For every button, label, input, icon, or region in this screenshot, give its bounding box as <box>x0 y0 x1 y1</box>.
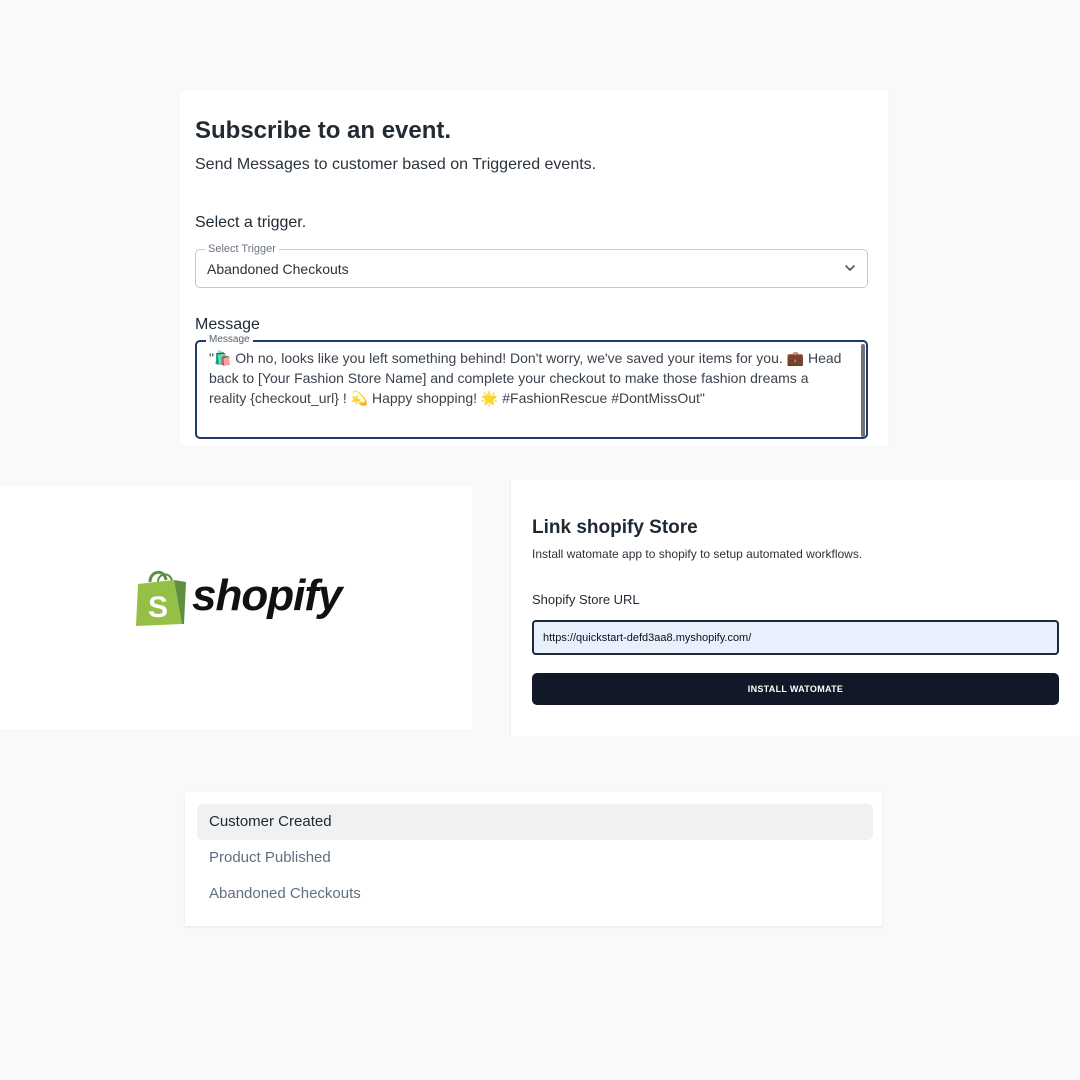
textarea-scrollbar[interactable] <box>861 344 865 437</box>
link-store-title: Link shopify Store <box>532 517 698 538</box>
option-abandoned-checkouts[interactable]: Abandoned Checkouts <box>197 876 873 912</box>
message-text[interactable]: "🛍️ Oh no, looks like you left something… <box>209 348 847 408</box>
message-section-label: Message <box>195 316 260 333</box>
option-product-published[interactable]: Product Published <box>197 840 873 876</box>
trigger-select-value: Abandoned Checkouts <box>207 261 349 277</box>
trigger-select[interactable]: Select Trigger Abandoned Checkouts <box>195 242 868 288</box>
shopify-logo: S shopify <box>134 568 344 630</box>
option-customer-created[interactable]: Customer Created <box>197 804 873 840</box>
page-subtitle: Send Messages to customer based on Trigg… <box>195 156 597 173</box>
link-store-card: Link shopify Store Install watomate app … <box>510 480 1080 736</box>
shopify-logo-panel: S shopify <box>0 486 472 729</box>
subscribe-card: Subscribe to an event. Send Messages to … <box>180 90 888 446</box>
install-watomate-button[interactable]: INSTALL WATOMATE <box>532 673 1059 705</box>
page-title: Subscribe to an event. <box>195 117 452 144</box>
shopify-bag-icon: S <box>136 570 186 626</box>
link-store-subtitle: Install watomate app to shopify to setup… <box>532 547 863 561</box>
trigger-section-label: Select a trigger. <box>195 214 307 231</box>
trigger-select-legend: Select Trigger <box>205 242 279 256</box>
message-textarea[interactable]: Message "🛍️ Oh no, looks like you left s… <box>195 333 868 439</box>
shopify-wordmark: shopify <box>192 571 342 620</box>
message-textarea-legend: Message <box>206 333 253 347</box>
store-url-label: Shopify Store URL <box>532 592 640 607</box>
trigger-options-list: Customer Created Product Published Aband… <box>185 792 882 926</box>
bag-letter: S <box>148 591 168 624</box>
store-url-input[interactable] <box>532 620 1059 655</box>
chevron-down-icon <box>845 265 855 271</box>
